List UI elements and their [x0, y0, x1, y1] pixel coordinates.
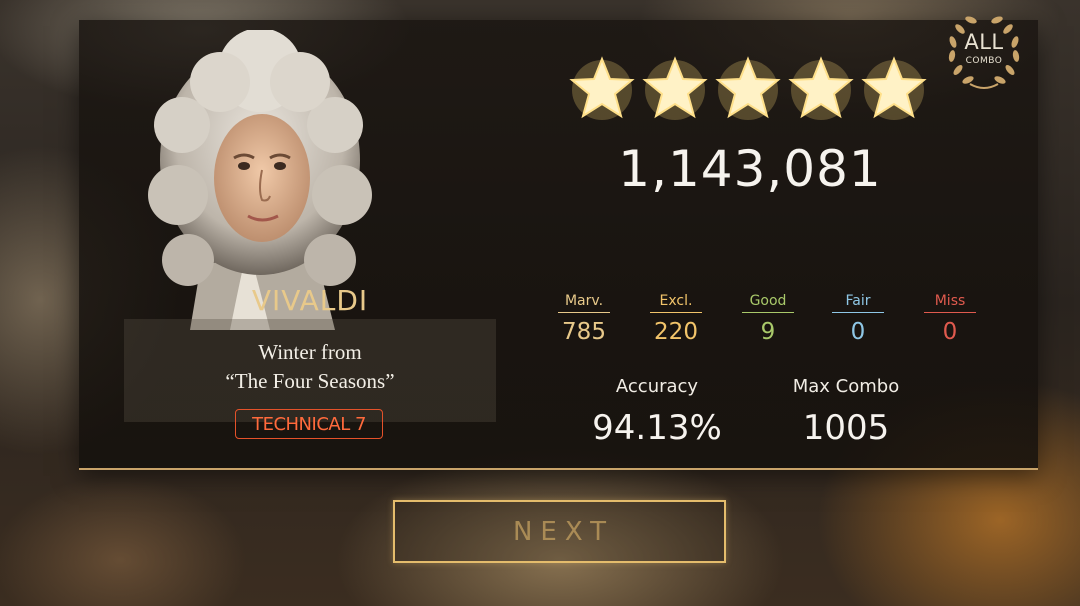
judgement-value: 0	[850, 319, 866, 345]
star-icon	[569, 56, 635, 120]
next-button[interactable]: NEXT	[393, 500, 726, 563]
next-button-label: NEXT	[512, 516, 615, 547]
star-icon	[788, 56, 854, 120]
all-combo-sublabel: COMBO	[965, 56, 1003, 66]
judgement-label: Miss	[924, 290, 976, 313]
star-icon	[642, 56, 708, 120]
judgement-value: 0	[942, 319, 958, 345]
judgement-good: Good 9	[742, 290, 794, 345]
song-title-line-2: “The Four Seasons”	[225, 369, 395, 393]
composer-name: VIVALDI	[251, 284, 369, 317]
judgement-value: 9	[760, 319, 776, 345]
accuracy-value: 94.13%	[592, 408, 722, 448]
song-title-line-1: Winter from	[258, 340, 362, 364]
judgement-label: Good	[742, 290, 794, 313]
judgement-excellent: Excl. 220	[650, 290, 702, 345]
accuracy-label: Accuracy	[615, 376, 699, 397]
judgement-fair: Fair 0	[832, 290, 884, 345]
judgement-marvelous: Marv. 785	[558, 290, 610, 345]
all-combo-label: ALL	[964, 30, 1004, 54]
max-combo-value: 1005	[802, 408, 890, 448]
max-combo-label: Max Combo	[792, 376, 900, 397]
judgement-label: Excl.	[650, 290, 702, 313]
star-icon	[715, 56, 781, 120]
star-rating	[569, 55, 929, 125]
judgement-value: 785	[562, 319, 606, 345]
difficulty-badge: TECHNICAL 7	[235, 409, 383, 439]
judgement-label: Fair	[832, 290, 884, 313]
total-score: 1,143,081	[618, 140, 882, 198]
star-icon	[861, 56, 927, 120]
judgement-value: 220	[654, 319, 698, 345]
judgement-label: Marv.	[558, 290, 610, 313]
judgement-miss: Miss 0	[924, 290, 976, 345]
